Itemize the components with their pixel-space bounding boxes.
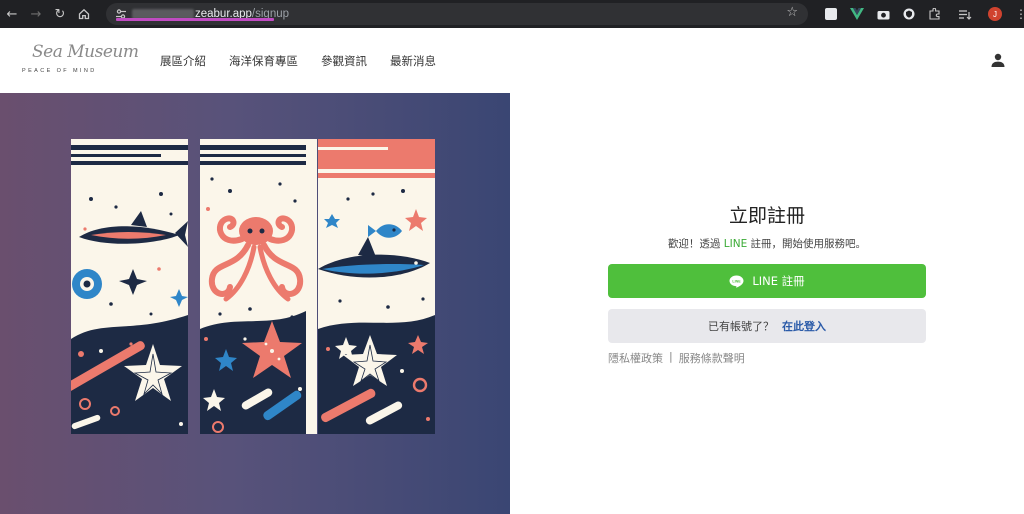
extension-shield-icon[interactable]	[896, 0, 922, 28]
extensions-puzzle-icon[interactable]	[922, 0, 948, 28]
reload-icon[interactable]: ↻	[48, 0, 72, 28]
logo-script-text: Sea Museum	[32, 42, 139, 62]
terms-of-service-link[interactable]: 服務條款聲明	[679, 350, 745, 366]
illustration-panel-fish	[318, 139, 435, 434]
user-account-icon[interactable]	[990, 52, 1006, 68]
legal-links: 隱私權政策 | 服務條款聲明	[608, 350, 745, 366]
nav-link-visit-info[interactable]: 參觀資訊	[321, 53, 367, 69]
back-icon[interactable]: ←	[0, 0, 24, 28]
svg-text:LINE: LINE	[733, 279, 742, 283]
welcome-text: 歡迎！透過 LINE 註冊，開始使用服務吧。	[510, 236, 1024, 251]
main-nav: 展區介紹 海洋保育專區 參觀資訊 最新消息	[160, 28, 436, 93]
site-header: Sea Museum PEACE OF MIND 展區介紹 海洋保育專區 參觀資…	[0, 28, 1024, 93]
illustration-panel-octopus	[200, 139, 317, 434]
illustration-panel-shark	[71, 139, 188, 434]
login-prompt: 已有帳號了？ 在此登入	[608, 309, 926, 343]
profile-avatar[interactable]: J	[982, 0, 1008, 28]
nav-link-exhibitions[interactable]: 展區介紹	[160, 53, 206, 69]
have-account-text: 已有帳號了？	[708, 320, 774, 333]
nav-link-conservation[interactable]: 海洋保育專區	[229, 53, 298, 69]
welcome-suffix: 註冊，開始使用服務吧。	[747, 238, 867, 250]
nav-link-news[interactable]: 最新消息	[390, 53, 436, 69]
address-bar[interactable]: zeabur.app/signup ☆	[106, 3, 808, 25]
extension-notes-icon[interactable]	[818, 0, 844, 28]
line-logo-icon: LINE	[729, 275, 744, 288]
forward-icon[interactable]: →	[24, 0, 48, 28]
browser-toolbar: ← → ↻ zeabur.app/signup ☆ J ⋮	[0, 0, 1024, 28]
welcome-prefix: 歡迎！透過	[667, 238, 724, 250]
login-link[interactable]: 在此登入	[782, 318, 826, 334]
extensions-bar: J ⋮	[818, 0, 1024, 28]
privacy-policy-link[interactable]: 隱私權政策	[608, 350, 663, 366]
legal-separator: |	[669, 350, 673, 363]
home-icon[interactable]	[72, 0, 96, 28]
menu-kebab-icon[interactable]: ⋮	[1008, 0, 1024, 28]
extension-vue-icon[interactable]	[844, 0, 870, 28]
logo-tagline: PEACE OF MIND	[22, 68, 97, 74]
extension-camera-icon[interactable]	[870, 0, 896, 28]
welcome-line-word: LINE	[723, 238, 748, 250]
url-highlight-mark	[116, 18, 274, 21]
line-signup-label: LINE 註冊	[752, 274, 805, 288]
profile-initial: J	[988, 7, 1002, 21]
hero-illustration	[0, 93, 510, 514]
signup-form: 立即註冊 歡迎！透過 LINE 註冊，開始使用服務吧。 LINE LINE 註冊…	[510, 93, 1024, 514]
page-title: 立即註冊	[728, 205, 805, 227]
line-signup-button[interactable]: LINE LINE 註冊	[608, 264, 926, 298]
bookmark-star-icon[interactable]: ☆	[786, 5, 798, 20]
site-logo[interactable]: Sea Museum PEACE OF MIND	[20, 40, 139, 80]
site-settings-icon[interactable]	[110, 3, 132, 25]
reading-list-icon[interactable]	[948, 0, 982, 28]
